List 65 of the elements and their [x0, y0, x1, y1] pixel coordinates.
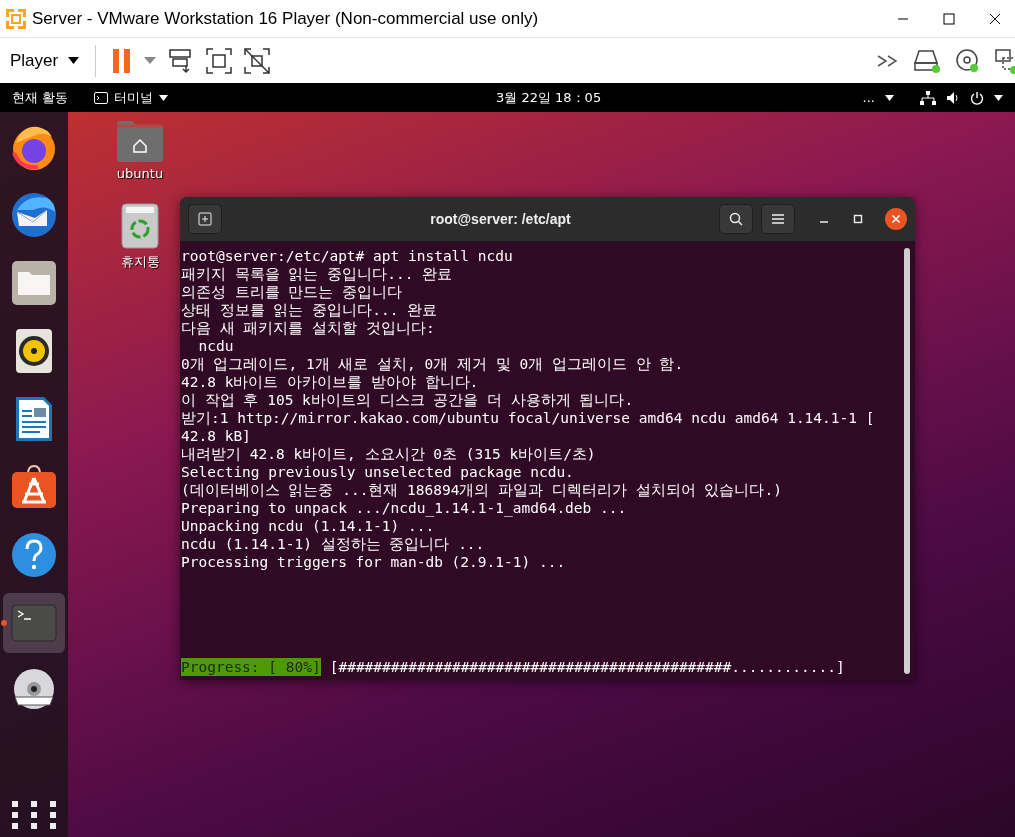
home-folder-icon[interactable]: [116, 120, 164, 162]
hard-disk-icon[interactable]: [913, 48, 941, 73]
pause-icon[interactable]: [112, 48, 133, 73]
progress-bar-text: [#############################################............]: [329, 658, 845, 676]
activities-button[interactable]: 현재 활동: [0, 88, 81, 107]
terminal-line: ncdu: [197, 337, 234, 355]
fullscreen-icon[interactable]: [206, 47, 233, 74]
volume-icon[interactable]: [946, 90, 960, 105]
terminal-line: 받기:1 http://mirror.kakao.com/ubuntu focal/universe amd64 ncdu amd64 1.14.1-1 [: [181, 409, 875, 427]
app-grid-icon[interactable]: [11, 801, 57, 829]
caret-icon: [885, 94, 894, 101]
close-button[interactable]: [885, 208, 907, 230]
terminal-icon: [94, 91, 109, 104]
terminal-line: 내려받기 42.8 k바이트, 소요시간 0초 (315 k바이트/초): [181, 445, 596, 463]
window-title: Server - VMware Workstation 16 Player (Non-commercial use only): [32, 8, 539, 29]
desktop-icon-label[interactable]: ubuntu: [116, 166, 164, 181]
terminal-line: Processing triggers for man-db (2.9.1-1) ...: [181, 553, 566, 571]
terminal-line: Selecting previously unselected package ncdu.: [181, 463, 574, 481]
caret-icon: [159, 94, 169, 101]
search-icon: [729, 212, 743, 226]
unity-icon[interactable]: [244, 47, 271, 74]
terminal-line: Unpacking ncdu (1.14.1-1) ...: [181, 517, 435, 535]
terminal-line: 패키지 목록을 읽는 중입니다... 완료: [181, 265, 453, 283]
progress-label: Progress: [ 80%]: [181, 658, 321, 676]
clock[interactable]: 3월 22일 18：05: [496, 89, 602, 107]
close-icon[interactable]: [989, 12, 1001, 25]
terminal-line: root@server:/etc/apt# apt install ncdu: [181, 247, 513, 265]
terminal-title: root@server: /etc/apt: [429, 211, 572, 227]
folder-icon: [11, 260, 57, 306]
terminal-line: 상태 정보를 읽는 중입니다... 완료: [181, 301, 438, 319]
app-menu[interactable]: 터미널: [94, 88, 169, 107]
document-icon: [15, 396, 53, 442]
new-tab-button[interactable]: [188, 204, 222, 234]
speaker-icon: [15, 328, 53, 374]
terminal-line: 0개 업그레이드, 1개 새로 설치, 0개 제거 및 0개 업그레이드 안 함.: [181, 355, 684, 373]
caret-icon: [68, 57, 80, 64]
terminal-line: ncdu (1.14.1-1) 설정하는 중입니다 ...: [181, 535, 485, 553]
network-adapter-icon[interactable]: [995, 47, 1015, 74]
scrollbar[interactable]: [904, 248, 910, 674]
trash-icon[interactable]: [121, 203, 159, 249]
plus-icon: [198, 212, 212, 226]
terminal-line: 의존성 트리를 만드는 중입니다: [181, 283, 403, 301]
terminal-line: 다음 새 패키지를 설치할 것입니다:: [181, 319, 435, 337]
shopping-bag-icon: [11, 464, 57, 510]
desktop-icon-label[interactable]: 휴지통: [120, 253, 160, 271]
bird-envelope-icon: [9, 190, 59, 240]
chevron-icon[interactable]: [877, 54, 899, 67]
cd-drive-icon[interactable]: [955, 47, 981, 74]
overflow-menu[interactable]: ...: [862, 90, 894, 105]
help-icon: [11, 532, 57, 578]
menu-icon: [772, 214, 784, 224]
terminal-line: (데이터베이스 읽는중 ...현재 186894개의 파일과 디렉터리가 설치되어 있습니다.): [181, 481, 782, 499]
player-menu[interactable]: Player: [10, 50, 80, 71]
power-icon[interactable]: [970, 90, 984, 105]
search-button[interactable]: [719, 204, 753, 234]
terminal-line: 이 작업 후 105 k바이트의 디스크 공간을 더 사용하게 됩니다.: [181, 391, 634, 409]
network-icon[interactable]: [920, 90, 936, 105]
terminal-icon: [11, 604, 57, 642]
app-logo-icon: [4, 6, 28, 31]
terminal-line: 42.8 kB]: [181, 427, 251, 445]
terminal-line: 42.8 k바이트 아카이브를 받아야 합니다.: [181, 373, 479, 391]
menu-button[interactable]: [761, 204, 795, 234]
terminal-line: Preparing to unpack .../ncdu_1.14.1-1_amd64.deb ...: [181, 499, 627, 517]
caret-icon[interactable]: [994, 94, 1003, 101]
maximize-icon[interactable]: [943, 12, 955, 25]
